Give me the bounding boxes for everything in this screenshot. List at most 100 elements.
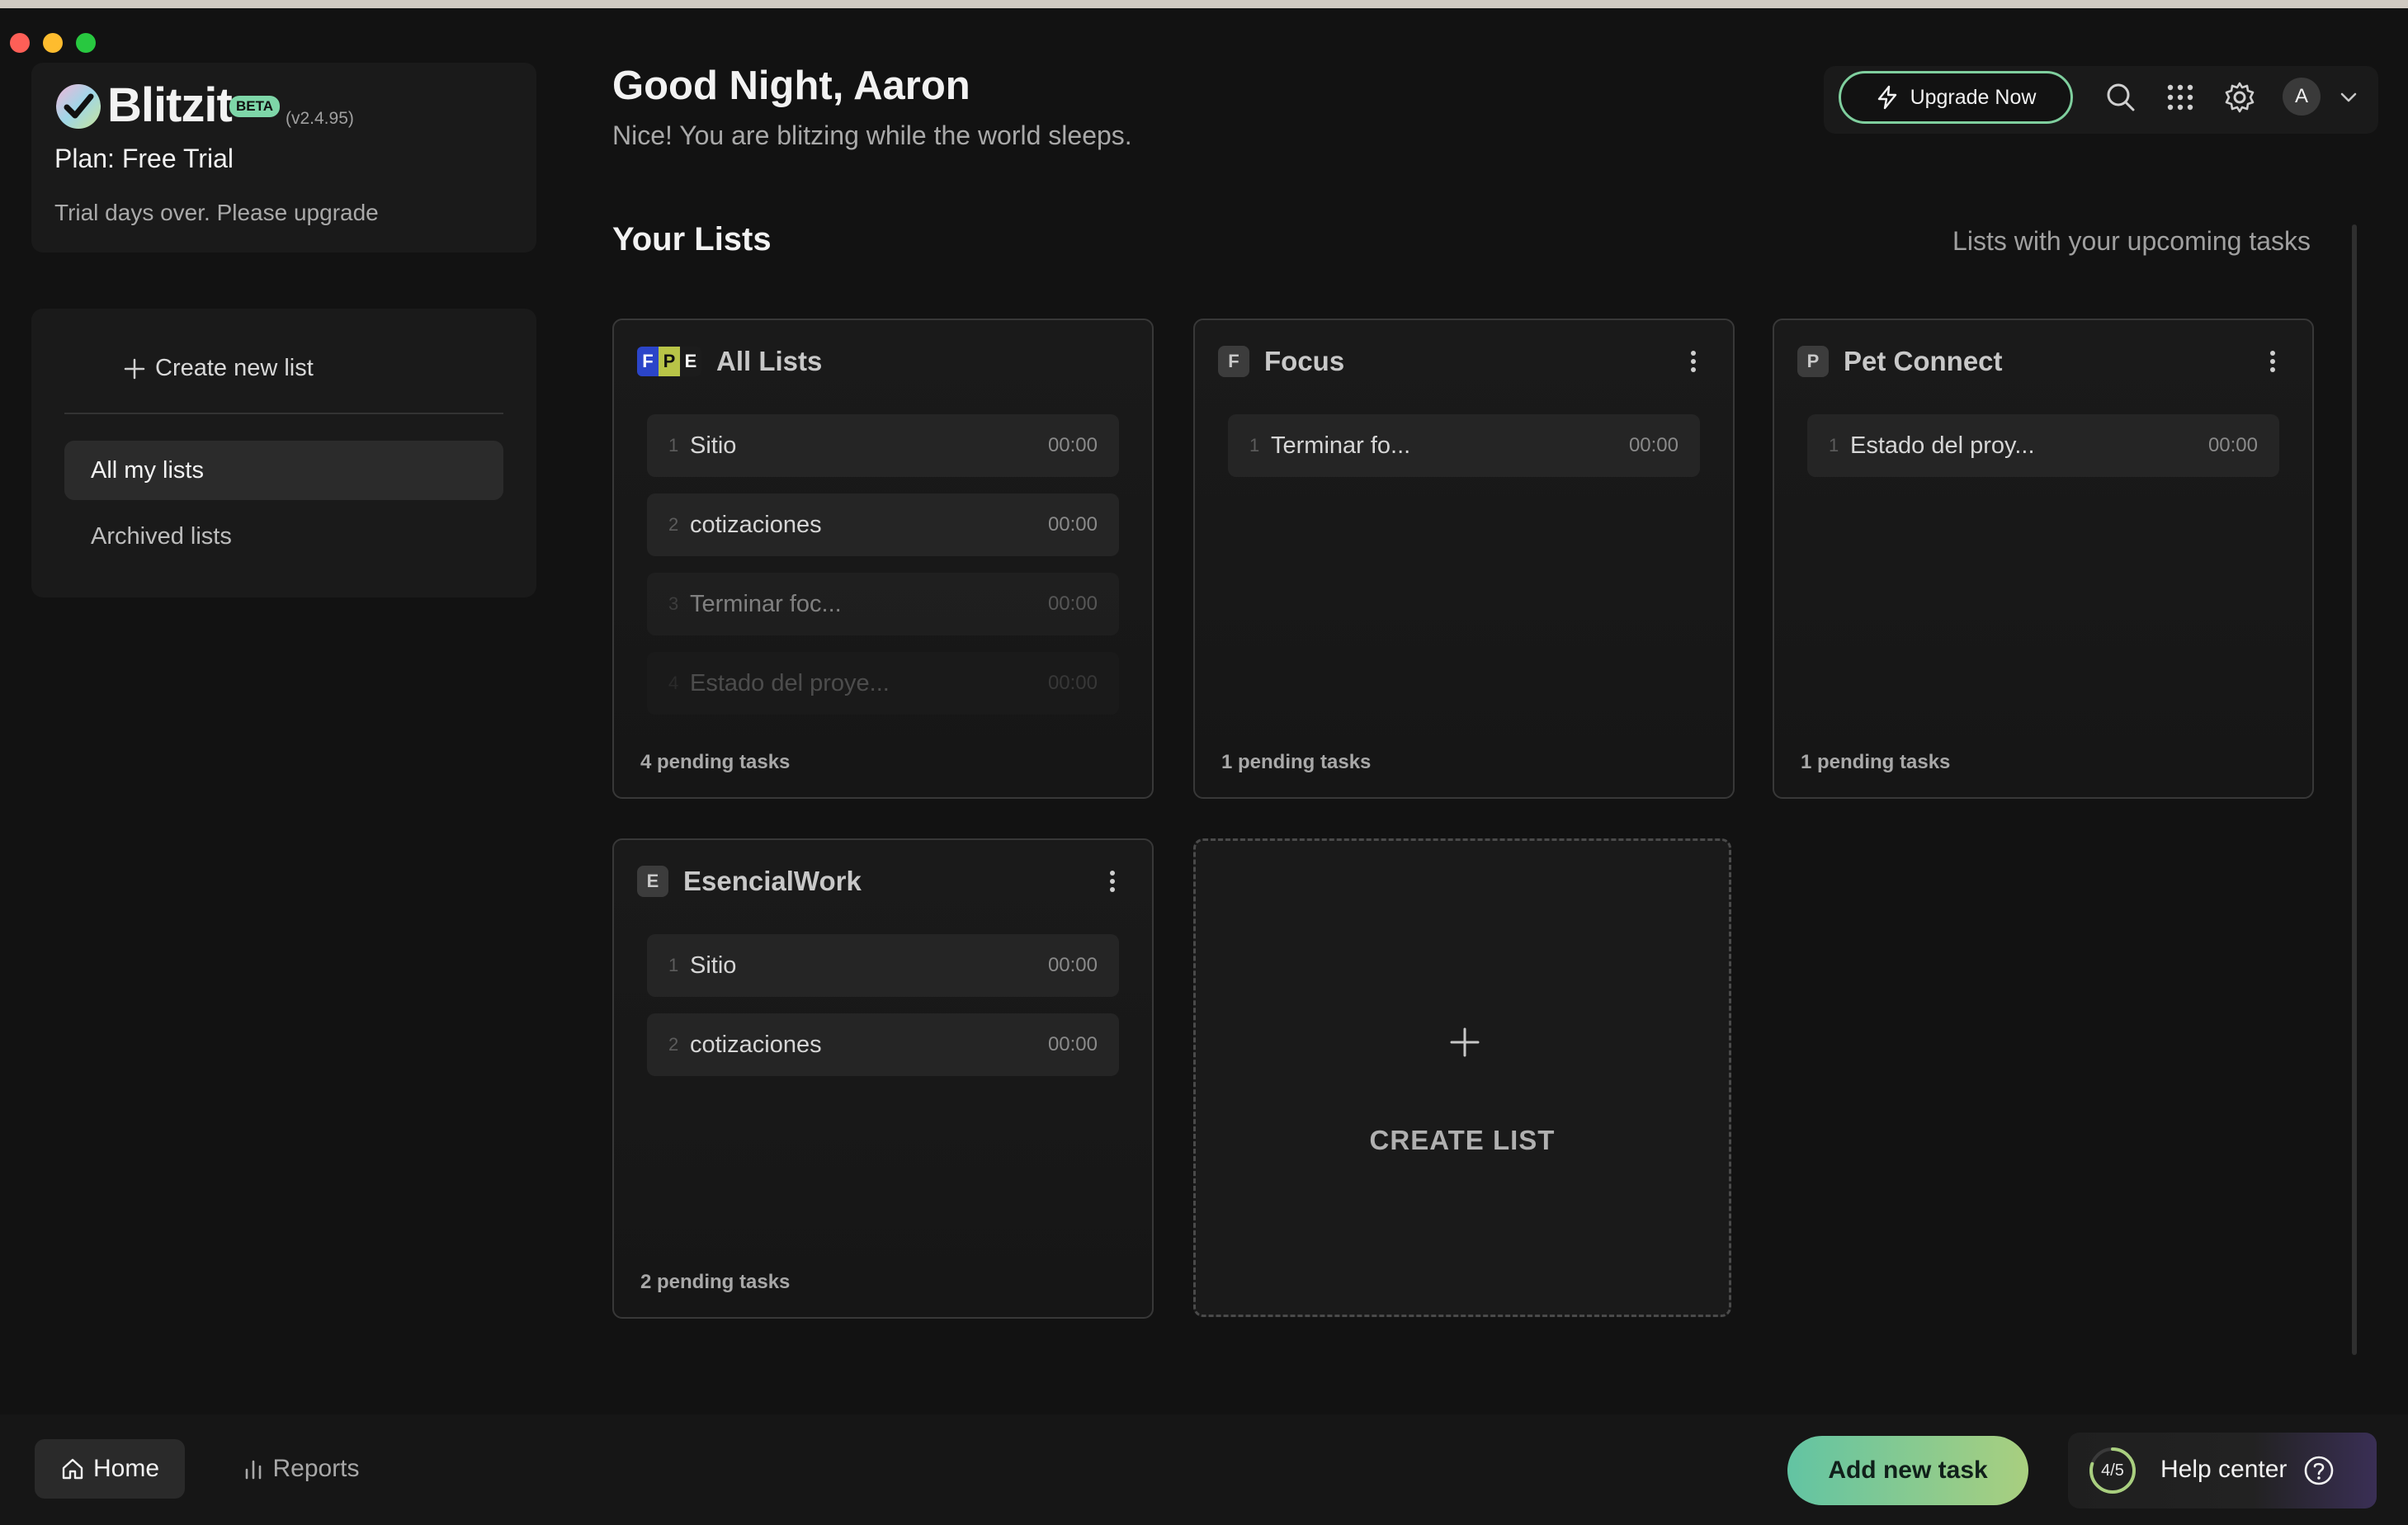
task-list: 1 Terminar fo... 00:00 — [1228, 414, 1700, 493]
create-new-list-button[interactable]: Create new list — [64, 342, 503, 394]
list-card-focus[interactable]: F Focus 1 Terminar fo... 00:00 1 pending… — [1193, 319, 1735, 799]
avatar[interactable]: A — [2283, 78, 2321, 116]
list-card-esencialwork[interactable]: E EsencialWork 1 Sitio 00:00 2 cotizacio… — [612, 838, 1154, 1319]
divider — [64, 413, 503, 414]
pending-count: 1 pending tasks — [1221, 751, 1372, 773]
close-window-button[interactable] — [10, 33, 30, 53]
task-number: 3 — [668, 593, 679, 614]
task-item[interactable]: 1 Sitio 00:00 — [647, 414, 1119, 477]
task-name: Terminar foc... — [690, 590, 842, 617]
badge-letter: F — [637, 347, 659, 376]
add-new-task-button[interactable]: Add new task — [1787, 1436, 2028, 1505]
kebab-menu-icon[interactable] — [1677, 345, 1710, 378]
task-time: 00:00 — [1047, 434, 1098, 456]
page-title: Good Night, Aaron — [612, 64, 970, 108]
window-titlebar — [0, 0, 2408, 63]
pending-count: 1 pending tasks — [1801, 751, 1951, 773]
plus-icon — [124, 358, 145, 380]
help-circle-icon — [2304, 1456, 2334, 1485]
chevron-down-icon[interactable] — [2337, 86, 2360, 109]
upgrade-now-label: Upgrade Now — [1910, 85, 2037, 109]
list-badge: F P E — [637, 347, 701, 376]
task-time: 00:00 — [1047, 513, 1098, 536]
list-card-all-lists[interactable]: F P E All Lists 1 Sitio 00:00 2 cotizaci… — [612, 319, 1154, 799]
scrollbar[interactable] — [2352, 224, 2357, 1355]
task-time: 00:00 — [2207, 434, 2258, 456]
help-center-button[interactable]: 4/5 Help center — [2068, 1433, 2377, 1508]
task-time: 00:00 — [1047, 672, 1098, 694]
logo-icon — [56, 84, 101, 129]
home-label: Home — [92, 1455, 160, 1482]
task-time: 00:00 — [1628, 434, 1679, 456]
list-title[interactable]: All Lists — [716, 346, 1129, 377]
sidebar-nav: Create new list All my lists Archived li… — [31, 309, 536, 597]
task-item[interactable]: 1 Sitio 00:00 — [647, 934, 1119, 997]
plus-icon — [1450, 1027, 1480, 1057]
sidebar-item-archived-lists[interactable]: Archived lists — [64, 507, 503, 566]
list-title[interactable]: EsencialWork — [683, 866, 1096, 897]
sidebar-item-all-my-lists[interactable]: All my lists — [64, 441, 503, 500]
badge-letter: E — [680, 347, 701, 376]
nav-home-button[interactable]: Home — [35, 1439, 185, 1499]
card-header: F P E All Lists — [637, 342, 1129, 381]
section-title: Your Lists — [612, 221, 772, 257]
task-item[interactable]: 1 Terminar fo... 00:00 — [1228, 414, 1700, 477]
task-list: 1 Estado del proy... 00:00 — [1807, 414, 2279, 493]
task-list: 1 Sitio 00:00 2 cotizaciones 00:00 — [647, 934, 1119, 1093]
list-title[interactable]: Pet Connect — [1844, 346, 2256, 377]
version-label: (v2.4.95) — [286, 109, 354, 128]
upgrade-now-button[interactable]: Upgrade Now — [1839, 71, 2073, 124]
task-number: 4 — [668, 673, 679, 693]
task-item[interactable]: 2 cotizaciones 00:00 — [647, 1013, 1119, 1076]
plan-label: Plan: Free Trial — [54, 144, 234, 173]
task-number: 1 — [1829, 435, 1839, 456]
task-item[interactable]: 1 Estado del proy... 00:00 — [1807, 414, 2279, 477]
bar-chart-icon — [246, 1460, 262, 1480]
card-header: P Pet Connect — [1797, 342, 2289, 381]
greeting-subtitle: Nice! You are blitzing while the world s… — [612, 120, 1132, 150]
task-number: 2 — [668, 514, 679, 535]
task-number: 2 — [668, 1034, 679, 1055]
task-time: 00:00 — [1047, 954, 1098, 976]
kebab-menu-icon[interactable] — [1096, 865, 1129, 898]
zoom-window-button[interactable] — [76, 33, 96, 53]
reports-label: Reports — [272, 1455, 360, 1482]
task-name: Terminar fo... — [1271, 432, 1411, 459]
trial-message[interactable]: Trial days over. Please upgrade — [54, 200, 379, 226]
list-title[interactable]: Focus — [1264, 346, 1677, 377]
list-badge: P — [1797, 346, 1829, 377]
task-name: Sitio — [690, 951, 737, 979]
help-center-label: Help center — [2160, 1456, 2288, 1483]
task-item[interactable]: 2 cotizaciones 00:00 — [647, 493, 1119, 556]
task-number: 1 — [668, 435, 679, 456]
task-number: 1 — [668, 955, 679, 975]
task-name: cotizaciones — [690, 511, 822, 538]
bolt-icon — [1877, 85, 1896, 110]
help-progress: 4/5 — [2101, 1461, 2124, 1480]
kebab-menu-icon[interactable] — [2256, 345, 2289, 378]
task-name: Estado del proy... — [1850, 432, 2035, 459]
section-hint: Lists with your upcoming tasks — [1952, 226, 2311, 256]
list-card-pet-connect[interactable]: P Pet Connect 1 Estado del proy... 00:00… — [1773, 319, 2314, 799]
nav-reports-button[interactable]: Reports — [223, 1439, 380, 1499]
gear-icon[interactable] — [2221, 79, 2258, 116]
task-item[interactable]: 4 Estado del proye... 00:00 — [647, 652, 1119, 715]
task-name: Sitio — [690, 432, 737, 459]
create-list-button[interactable]: CREATE LIST — [1193, 838, 1731, 1317]
create-list-label: CREATE LIST — [1369, 1125, 1556, 1155]
task-item[interactable]: 3 Terminar foc... 00:00 — [647, 573, 1119, 635]
list-badge: F — [1218, 346, 1249, 377]
task-name: Estado del proye... — [690, 669, 890, 696]
brand-card: Blitzit BETA (v2.4.95) Plan: Free Trial … — [31, 63, 536, 253]
minimize-window-button[interactable] — [43, 33, 63, 53]
task-list: 1 Sitio 00:00 2 cotizaciones 00:00 3 Ter… — [647, 414, 1119, 731]
pending-count: 2 pending tasks — [640, 1271, 791, 1293]
apps-grid-icon[interactable] — [2162, 79, 2198, 116]
search-icon[interactable] — [2103, 79, 2139, 116]
list-badge: E — [637, 866, 668, 897]
pending-count: 4 pending tasks — [640, 751, 791, 773]
task-name: cotizaciones — [690, 1031, 822, 1058]
task-time: 00:00 — [1047, 593, 1098, 615]
create-new-list-label: Create new list — [155, 354, 314, 381]
badge-letter: P — [659, 347, 680, 376]
